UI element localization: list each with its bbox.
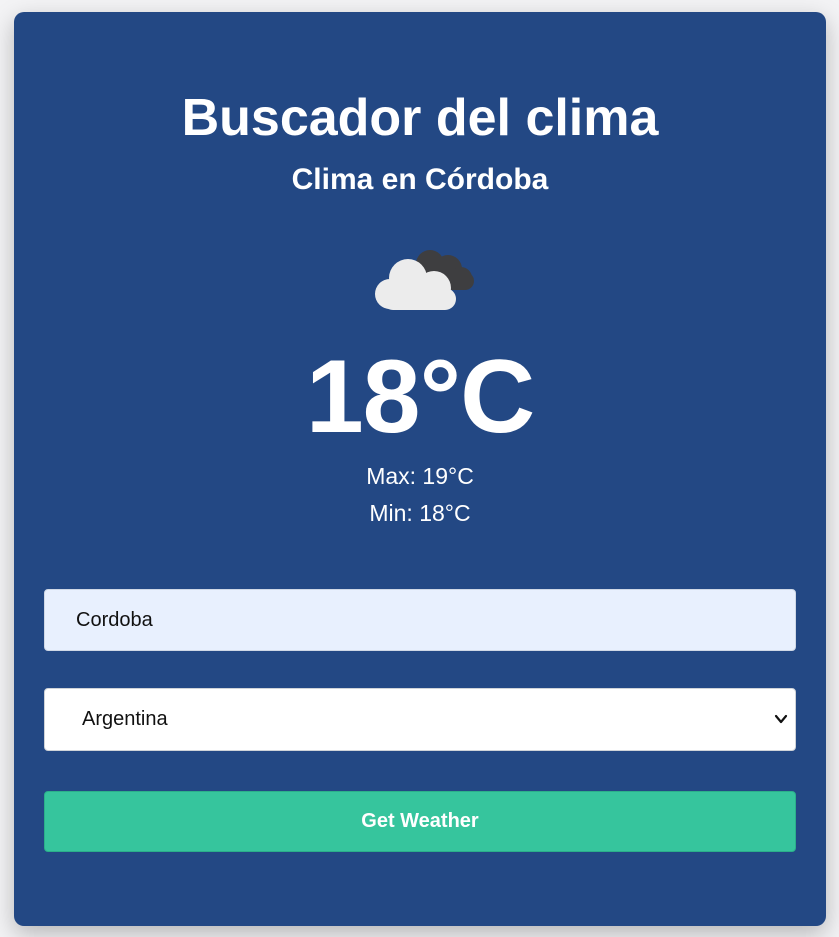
page-title: Buscador del clima bbox=[181, 89, 659, 147]
location-subtitle: Clima en Córdoba bbox=[291, 163, 549, 196]
cloudy-night-icon bbox=[375, 250, 474, 310]
get-weather-button[interactable]: Get Weather bbox=[44, 791, 796, 852]
current-temperature: 18°C bbox=[305, 339, 535, 455]
chevron-down-icon bbox=[774, 714, 788, 724]
city-input[interactable] bbox=[44, 589, 796, 651]
min-temperature: Min: 18°C bbox=[369, 500, 471, 526]
weather-card: Buscador del clima Clima en Córdoba 18°C… bbox=[14, 12, 826, 926]
max-temperature: Max: 19°C bbox=[366, 463, 474, 489]
country-select-value: Argentina bbox=[82, 708, 168, 730]
country-select[interactable]: Argentina bbox=[44, 688, 796, 751]
